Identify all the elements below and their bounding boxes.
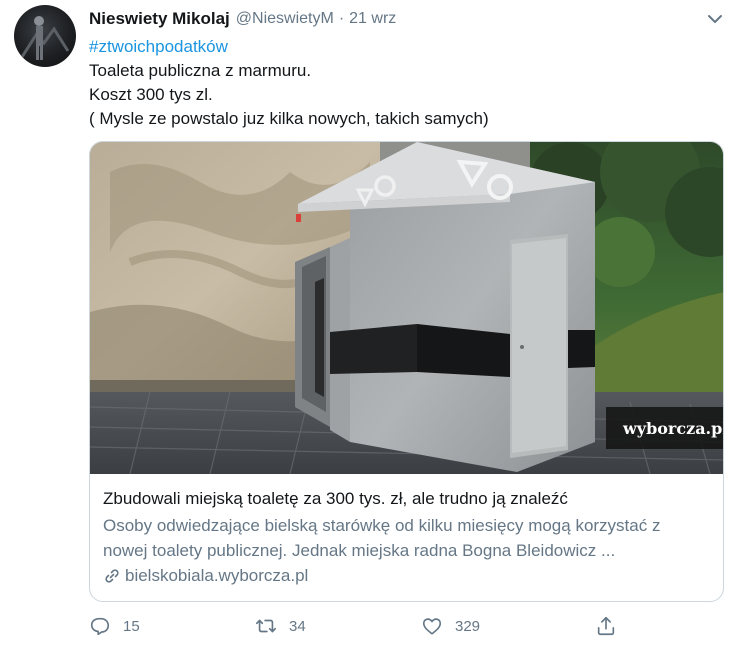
tweet-text: #ztwoichpodatków Toaleta publiczna z mar… [89, 35, 489, 131]
card-description-line: Osoby odwiedzające bielską starówkę od k… [103, 516, 661, 535]
share-icon [597, 616, 615, 636]
avatar[interactable] [14, 5, 76, 67]
tweet[interactable]: Nieswiety Mikolaj @NieswietyM · 21 wrz #… [0, 0, 738, 647]
source-watermark: wyborcza.pl [606, 407, 724, 449]
tweet-actions: 15 34 329 [89, 615, 629, 643]
share-button[interactable] [595, 615, 629, 637]
tweet-header: Nieswiety Mikolaj @NieswietyM · 21 wrz [89, 8, 396, 30]
reply-icon [90, 617, 110, 636]
user-handle[interactable]: @NieswietyM [236, 10, 334, 28]
tweet-date[interactable]: 21 wrz [349, 10, 396, 28]
card-image[interactable]: wyborcza.pl [90, 142, 724, 474]
chevron-down-icon[interactable] [705, 9, 725, 29]
card-link-domain[interactable]: bielskobiala.wyborcza.pl [125, 566, 308, 586]
heart-icon [422, 618, 442, 635]
reply-count: 15 [123, 617, 140, 635]
source-watermark-text: wyborcza.pl [623, 418, 724, 438]
card-description: Osoby odwiedzające bielską starówkę od k… [103, 513, 715, 563]
reply-button[interactable]: 15 [89, 615, 140, 637]
retweet-count: 34 [289, 617, 306, 635]
link-preview-card[interactable]: wyborcza.pl Zbudowali miejską toaletę za… [89, 141, 724, 602]
separator-dot: · [338, 10, 345, 27]
card-link[interactable]: bielskobiala.wyborcza.pl [103, 566, 715, 586]
card-title[interactable]: Zbudowali miejską toaletę za 300 tys. zł… [103, 488, 715, 510]
retweet-icon [256, 619, 276, 633]
tweet-text-line: Koszt 300 tys zl. [89, 85, 213, 104]
hashtag-link[interactable]: #ztwoichpodatków [89, 35, 489, 59]
retweet-button[interactable]: 34 [255, 615, 306, 637]
like-button[interactable]: 329 [421, 615, 480, 637]
display-name[interactable]: Nieswiety Mikolaj [89, 9, 230, 29]
card-body[interactable]: Zbudowali miejską toaletę za 300 tys. zł… [103, 488, 715, 586]
tweet-text-line: Toaleta publiczna z marmuru. [89, 61, 312, 80]
like-count: 329 [455, 617, 481, 635]
card-description-line: nowej toalety publicznej. Jednak miejska… [103, 541, 616, 560]
tweet-text-line: ( Mysle ze powstalo juz kilka nowych, ta… [89, 109, 489, 128]
link-icon [103, 567, 121, 585]
